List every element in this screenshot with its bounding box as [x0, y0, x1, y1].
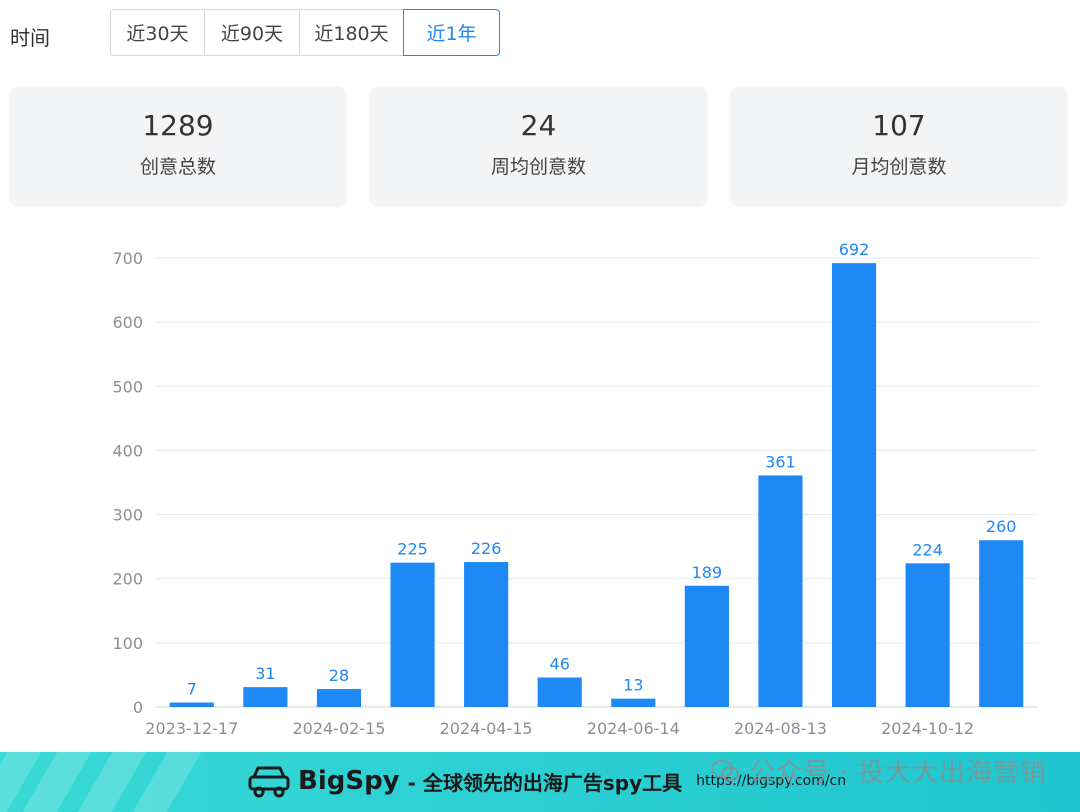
- bar: [316, 689, 362, 707]
- bar-value-label: 28: [329, 666, 349, 685]
- x-tick-label: 2024-02-15: [292, 719, 385, 738]
- time-filter-label: 时间: [10, 26, 50, 50]
- bar-value-label: 226: [471, 539, 502, 558]
- stat-card-weekly: 24 周均创意数: [370, 87, 707, 205]
- stat-value: 1289: [142, 109, 214, 142]
- bar: [169, 702, 214, 707]
- stat-card-total: 1289 创意总数: [10, 87, 346, 205]
- bar: [537, 677, 582, 707]
- range-30d-button[interactable]: 近30天: [110, 9, 205, 56]
- stat-card-monthly: 107 月均创意数: [731, 87, 1067, 205]
- range-90d-button[interactable]: 近90天: [205, 9, 300, 56]
- stat-value: 107: [872, 109, 926, 142]
- stat-value: 24: [520, 109, 557, 142]
- y-tick-label: 100: [112, 634, 143, 653]
- y-tick-label: 200: [112, 570, 143, 589]
- x-tick-label: 2024-08-13: [734, 719, 827, 738]
- y-tick-label: 500: [112, 377, 143, 396]
- bar-value-label: 692: [839, 240, 870, 259]
- bar: [831, 263, 877, 707]
- car-logo-icon: [248, 766, 290, 798]
- bar: [905, 563, 950, 707]
- y-tick-label: 400: [112, 441, 143, 460]
- watermark: 公众号 · 投大大出海营销: [710, 752, 1047, 789]
- bar: [979, 540, 1024, 707]
- range-1y-button[interactable]: 近1年: [403, 9, 500, 56]
- x-tick-label: 2024-04-15: [440, 719, 533, 738]
- bar-value-label: 224: [912, 540, 943, 559]
- bar: [611, 698, 656, 707]
- bar: [684, 585, 729, 707]
- bar-value-label: 260: [986, 517, 1017, 536]
- bar-value-label: 13: [623, 676, 643, 695]
- y-tick-label: 600: [112, 313, 143, 332]
- bar-value-label: 46: [550, 654, 570, 673]
- stat-label: 月均创意数: [851, 156, 947, 178]
- y-tick-label: 300: [112, 506, 143, 525]
- bar: [464, 562, 509, 707]
- x-tick-label: 2024-06-14: [587, 719, 680, 738]
- bar-chart: 0 100 200 300 400 500 600 700 7 31 28 225 226 46 13 189…: [112, 240, 1038, 738]
- range-180d-button[interactable]: 近180天: [300, 9, 404, 56]
- bar-value-label: 225: [397, 540, 428, 559]
- stat-label: 周均创意数: [490, 156, 586, 178]
- y-tick-label: 700: [112, 249, 143, 268]
- bar-value-label: 7: [187, 680, 197, 699]
- banner-slogan: - 全球领先的出海广告spy工具: [407, 770, 683, 795]
- x-tick-label: 2024-10-12: [881, 719, 974, 738]
- time-range-segmented-control: 近30天 近90天 近180天 近1年: [110, 9, 500, 58]
- bar: [758, 475, 803, 707]
- brand-name: BigSpy: [298, 766, 400, 796]
- y-tick-label: 0: [133, 698, 143, 717]
- wechat-icon: [711, 760, 739, 782]
- bar: [390, 562, 435, 707]
- bar-value-label: 189: [692, 563, 723, 582]
- stat-label: 创意总数: [139, 156, 216, 178]
- x-tick-label: 2023-12-17: [145, 719, 238, 738]
- bar-value-label: 361: [765, 452, 796, 471]
- bar-value-label: 31: [255, 664, 275, 683]
- bar: [243, 687, 288, 707]
- watermark-text: 公众号 · 投大大出海营销: [749, 758, 1048, 788]
